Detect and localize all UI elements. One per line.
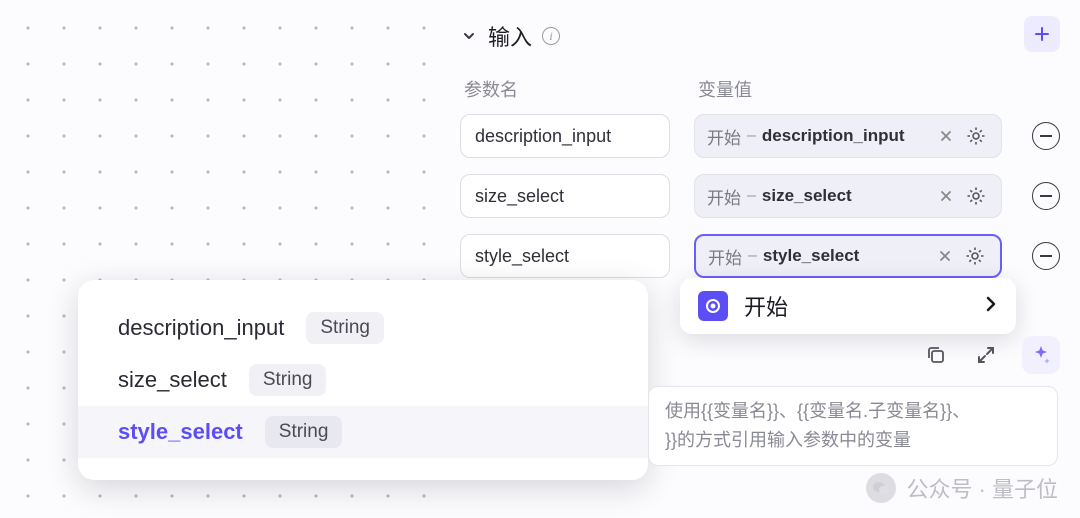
copy-icon[interactable] [922,341,950,369]
clear-icon[interactable] [935,125,957,147]
remove-param-button[interactable] [1032,242,1060,270]
start-node-icon [698,291,728,321]
param-name-input[interactable]: size_select [460,174,670,218]
clear-icon[interactable] [934,245,956,267]
node-source-label: 开始 [744,290,788,322]
node-source-menu[interactable]: 开始 [680,278,1016,334]
param-rows: description_input 开始 – description_input… [460,114,1060,278]
watermark-text: 公众号 · 量子位 [906,472,1058,504]
param-value-picker[interactable]: 开始 – description_input [694,114,1002,158]
param-value-picker[interactable]: 开始 – size_select [694,174,1002,218]
variable-autocomplete: description_input String size_select Str… [78,280,648,480]
param-row: description_input 开始 – description_input [460,114,1060,158]
ai-sparkle-button[interactable] [1022,336,1060,374]
value-prefix: 开始 [707,184,741,209]
param-row: size_select 开始 – size_select [460,174,1060,218]
param-name-input[interactable]: description_input [460,114,670,158]
remove-param-button[interactable] [1032,182,1060,210]
add-param-button[interactable] [1024,16,1060,52]
ac-item-type: String [306,312,384,344]
col-header-param: 参数名 [464,76,674,102]
expand-icon[interactable] [972,341,1000,369]
clear-icon[interactable] [935,185,957,207]
remove-param-button[interactable] [1032,122,1060,150]
ac-item-name: description_input [118,315,284,341]
ac-item-type: String [265,416,343,448]
value-prefix: 开始 [707,124,741,149]
value-variable: description_input [762,126,905,146]
gear-icon[interactable] [962,243,988,269]
param-name-input[interactable]: style_select [460,234,670,278]
col-header-value: 变量值 [698,76,752,102]
wechat-icon [866,473,896,503]
collapse-toggle[interactable] [460,27,478,45]
value-variable: size_select [762,186,852,206]
column-headers: 参数名 变量值 [460,76,1060,102]
template-hint: 使用{{变量名}}、{{变量名.子变量名}}、 }}的方式引用输入参数中的变量 [648,386,1058,466]
gear-icon[interactable] [963,183,989,209]
ac-item-type: String [249,364,327,396]
section-title: 输入 [488,20,532,52]
param-value-picker[interactable]: 开始 – style_select [694,234,1002,278]
ac-item-name: size_select [118,367,227,393]
value-variable: style_select [763,246,859,266]
info-icon[interactable]: i [542,27,560,45]
ac-item-name: style_select [118,419,243,445]
chevron-right-icon [984,294,998,319]
utility-bar [922,336,1060,374]
autocomplete-item[interactable]: size_select String [78,354,648,406]
value-prefix: 开始 [708,244,742,269]
autocomplete-item[interactable]: description_input String [78,302,648,354]
section-header: 输入 i [460,20,1060,52]
autocomplete-item[interactable]: style_select String [78,406,648,458]
gear-icon[interactable] [963,123,989,149]
param-row: style_select 开始 – style_select [460,234,1060,278]
watermark: 公众号 · 量子位 [866,472,1058,504]
